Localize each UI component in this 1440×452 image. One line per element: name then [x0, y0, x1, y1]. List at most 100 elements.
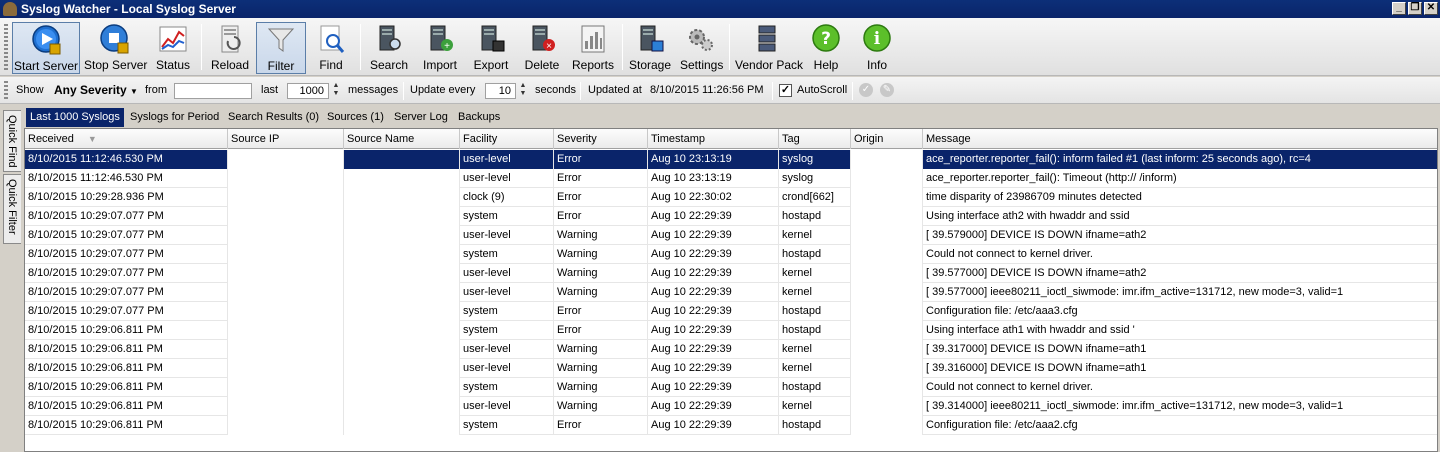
cell-message: [ 39.577000] ieee80211_ioctl_siwmode: im… — [923, 283, 1437, 302]
column-header-timestamp[interactable]: Timestamp — [648, 129, 779, 149]
table-row[interactable]: 8/10/2015 11:12:46.530 PM user-level Error… — [25, 150, 1437, 169]
tab-last-syslogs[interactable]: Last 1000 Syslogs — [26, 108, 124, 127]
cell-severity: Warning — [554, 283, 648, 302]
tab-backups[interactable]: Backups — [454, 108, 504, 127]
restore-button[interactable]: ❐ — [1408, 2, 1422, 15]
status-button[interactable]: Status — [152, 22, 194, 74]
options-grip[interactable] — [4, 81, 8, 99]
cell-message: Could not connect to kernel driver. — [923, 245, 1437, 264]
cell-message: ace_reporter.reporter_fail(): inform fai… — [923, 150, 1437, 169]
autoscroll-checkbox[interactable]: ✓ — [779, 84, 792, 97]
export-button[interactable]: Export — [470, 22, 512, 74]
last-count-spinner[interactable]: ▲ ▼ — [331, 82, 341, 100]
update-interval-input[interactable]: 10 — [485, 83, 516, 99]
column-header-source-name[interactable]: Source Name — [344, 129, 460, 149]
tab-server-log[interactable]: Server Log — [390, 108, 452, 127]
table-row[interactable]: 8/10/2015 10:29:07.077 PM system Error Aug … — [25, 302, 1437, 321]
table-row[interactable]: 8/10/2015 10:29:28.936 PM clock (9) Error A… — [25, 188, 1437, 207]
cell-severity: Warning — [554, 264, 648, 283]
cell-timestamp: Aug 10 22:29:39 — [648, 283, 779, 302]
funnel-icon — [267, 28, 295, 52]
cell-origin — [851, 207, 923, 226]
cell-timestamp: Aug 10 22:29:39 — [648, 226, 779, 245]
table-row[interactable]: 8/10/2015 10:29:06.811 PM user-level Warni… — [25, 340, 1437, 359]
cell-facility: user-level — [460, 397, 554, 416]
cell-tag: kernel — [779, 283, 851, 302]
cell-severity: Error — [554, 321, 648, 340]
column-header-message[interactable]: Message — [923, 129, 1437, 149]
search-button[interactable]: Search — [367, 22, 411, 74]
last-count-input[interactable]: 1000 — [287, 83, 329, 99]
column-header-origin[interactable]: Origin — [851, 129, 923, 149]
cell-tag: syslog — [779, 169, 851, 188]
cell-origin — [851, 283, 923, 302]
cell-timestamp: Aug 10 22:29:39 — [648, 264, 779, 283]
table-row[interactable]: 8/10/2015 10:29:07.077 PM system Warning Au… — [25, 245, 1437, 264]
stop-server-button[interactable]: Stop Server — [84, 22, 147, 74]
table-row[interactable]: 8/10/2015 10:29:06.811 PM system Error Aug … — [25, 416, 1437, 435]
cell-received: 8/10/2015 11:12:46.530 PM — [25, 150, 228, 169]
update-interval-spinner[interactable]: ▲ ▼ — [518, 82, 528, 100]
apply-check-icon[interactable]: ✓ — [859, 83, 873, 97]
vendor-pack-button[interactable]: Vendor Pack — [735, 22, 803, 74]
column-header-severity[interactable]: Severity — [554, 129, 648, 149]
table-row[interactable]: 8/10/2015 10:29:07.077 PM user-level Warni… — [25, 226, 1437, 245]
column-header-facility[interactable]: Facility — [460, 129, 554, 149]
help-button[interactable]: ? Help — [806, 22, 846, 74]
cell-severity: Warning — [554, 359, 648, 378]
reload-button[interactable]: Reload — [208, 22, 252, 74]
table-row[interactable]: 8/10/2015 10:29:07.077 PM system Error Aug … — [25, 207, 1437, 226]
delete-button[interactable]: × Delete — [521, 22, 563, 74]
grid-rows: 8/10/2015 11:12:46.530 PM user-level Error… — [25, 150, 1437, 435]
cell-received: 8/10/2015 10:29:06.811 PM — [25, 378, 228, 397]
toolbar-separator — [622, 24, 623, 70]
from-input[interactable] — [174, 83, 252, 99]
column-header-source-ip[interactable]: Source IP — [228, 129, 344, 149]
tab-search-results[interactable]: Search Results (0) — [224, 108, 323, 127]
cell-message: [ 39.577000] DEVICE IS DOWN ifname=ath2 — [923, 264, 1437, 283]
find-button[interactable]: Find — [312, 22, 350, 74]
table-row[interactable]: 8/10/2015 10:29:06.811 PM system Error Aug … — [25, 321, 1437, 340]
table-row[interactable]: 8/10/2015 10:29:06.811 PM system Warning Au… — [25, 378, 1437, 397]
tab-syslogs-for-period[interactable]: Syslogs for Period — [126, 108, 223, 127]
messages-label: messages — [348, 84, 399, 96]
window-title: Syslog Watcher - Local Syslog Server — [21, 2, 236, 16]
cell-source-ip — [228, 416, 344, 435]
tab-sources[interactable]: Sources (1) — [323, 108, 388, 127]
cell-facility: user-level — [460, 340, 554, 359]
info-button[interactable]: i Info — [857, 22, 897, 74]
table-row[interactable]: 8/10/2015 10:29:07.077 PM user-level Warni… — [25, 264, 1437, 283]
settings-button[interactable]: Settings — [680, 22, 723, 74]
table-row[interactable]: 8/10/2015 10:29:06.811 PM user-level Warni… — [25, 359, 1437, 378]
cell-origin — [851, 416, 923, 435]
export-icon — [481, 25, 505, 52]
table-row[interactable]: 8/10/2015 10:29:06.811 PM user-level Warni… — [25, 397, 1437, 416]
cell-received: 8/10/2015 10:29:06.811 PM — [25, 359, 228, 378]
cell-facility: clock (9) — [460, 188, 554, 207]
updated-at-value: 8/10/2015 11:26:56 PM — [650, 84, 764, 96]
table-row[interactable]: 8/10/2015 10:29:07.077 PM user-level Warni… — [25, 283, 1437, 302]
toolbar-grip[interactable] — [4, 24, 8, 72]
cancel-edit-icon[interactable]: ✎ — [880, 83, 894, 97]
reports-button[interactable]: Reports — [570, 22, 616, 74]
column-header-received[interactable]: Received ▼ — [25, 129, 228, 149]
cell-message: [ 39.317000] DEVICE IS DOWN ifname=ath1 — [923, 340, 1437, 359]
table-row[interactable]: 8/10/2015 11:12:46.530 PM user-level Error… — [25, 169, 1437, 188]
column-header-tag[interactable]: Tag — [779, 129, 851, 149]
cell-facility: user-level — [460, 264, 554, 283]
start-server-button[interactable]: Start Server — [12, 22, 80, 74]
minimize-button[interactable]: _ — [1392, 2, 1406, 15]
import-button[interactable]: + Import — [418, 22, 462, 74]
severity-dropdown[interactable]: Any Severity ▼ — [54, 83, 138, 97]
cell-timestamp: Aug 10 22:29:39 — [648, 359, 779, 378]
cell-received: 8/10/2015 10:29:06.811 PM — [25, 321, 228, 340]
side-tab-quick-find[interactable]: Quick Find — [3, 110, 21, 172]
reload-icon — [221, 25, 241, 53]
side-tab-quick-filter[interactable]: Quick Filter — [3, 174, 21, 244]
cell-origin — [851, 397, 923, 416]
cell-source-name — [344, 283, 460, 302]
filter-button[interactable]: Filter — [256, 22, 306, 74]
cell-tag: syslog — [779, 150, 851, 169]
close-button[interactable]: ✕ — [1424, 2, 1438, 15]
storage-button[interactable]: Storage — [628, 22, 672, 74]
